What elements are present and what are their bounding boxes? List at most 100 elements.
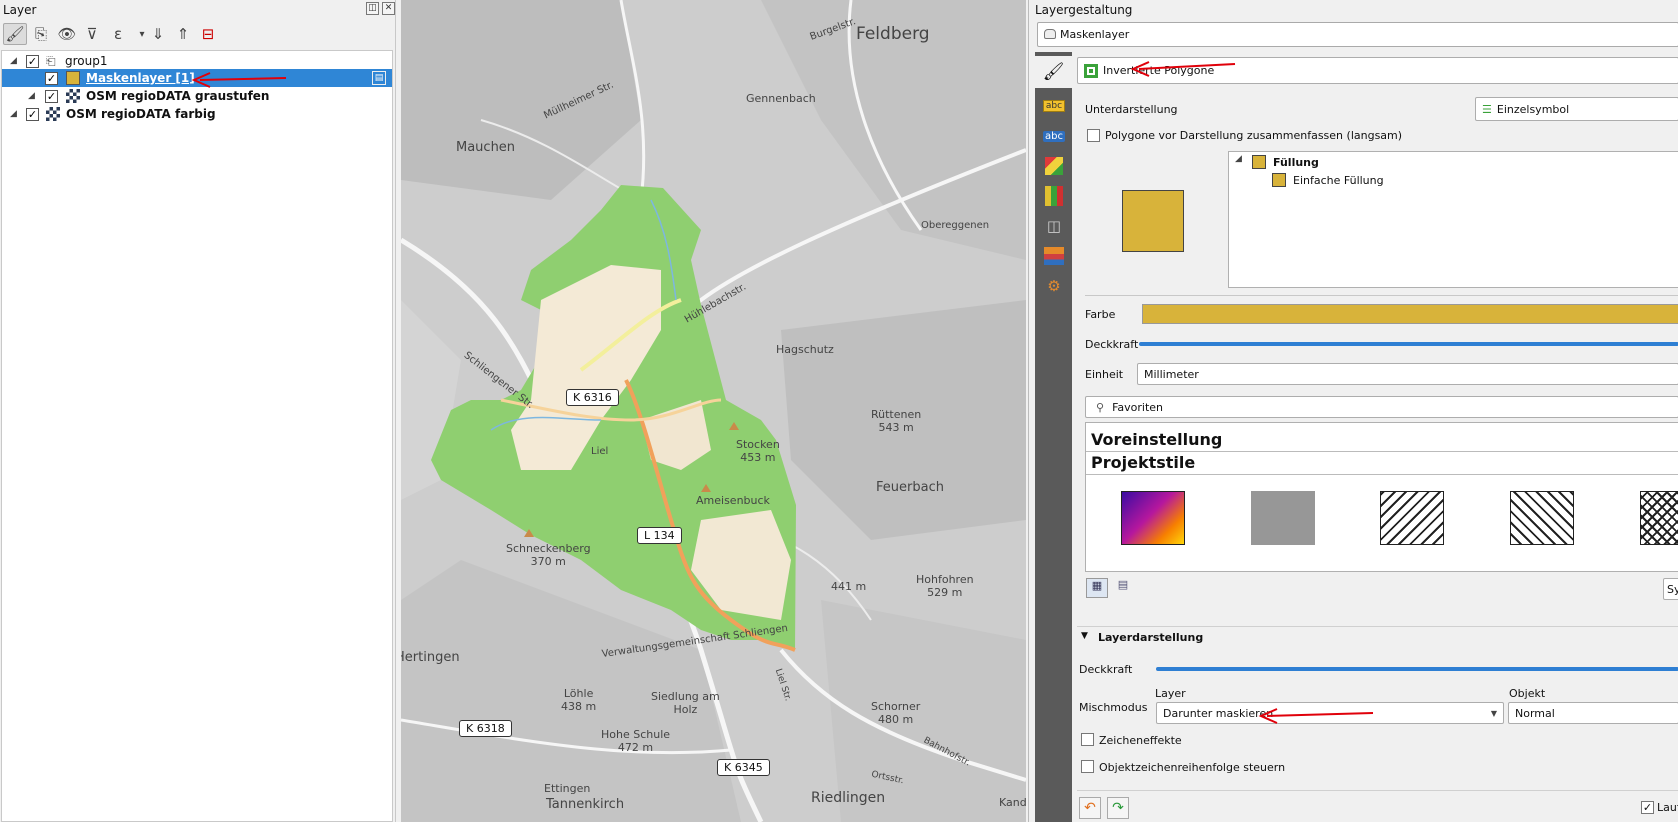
label-abc-icon: abc xyxy=(1042,100,1066,112)
save-symbol-button[interactable]: Sym xyxy=(1663,578,1678,600)
style-tile-gray[interactable] xyxy=(1251,491,1315,545)
symbol-root-label[interactable]: Füllung xyxy=(1273,156,1319,169)
object-blend-value: Normal xyxy=(1515,706,1555,720)
map-label: Schneckenberg 370 m xyxy=(506,542,591,568)
add-group-icon[interactable]: ⎘ xyxy=(29,23,53,45)
expand-arrow-icon[interactable]: ◢ xyxy=(10,109,17,119)
tab-elevation[interactable] xyxy=(1039,242,1069,270)
expand-arrow-icon[interactable]: ◢ xyxy=(10,56,17,66)
redo-button[interactable]: ↷ xyxy=(1107,797,1129,819)
tree-item-label: OSM regioDATA farbig xyxy=(66,107,216,121)
divider xyxy=(1086,451,1678,452)
map-label: Gennenbach xyxy=(746,92,816,105)
style-tile-crosshatch[interactable] xyxy=(1640,491,1678,545)
unit-select[interactable]: Millimeter xyxy=(1137,363,1678,385)
map-label: Obereggenen xyxy=(921,220,990,231)
symbol-child-label[interactable]: Einfache Füllung xyxy=(1293,174,1384,187)
expand-all-icon[interactable]: ⇓ xyxy=(146,23,170,45)
close-panel-button[interactable]: ✕ xyxy=(382,2,395,15)
remove-layer-icon[interactable]: ⊟ xyxy=(196,23,220,45)
map-label: Mauchen xyxy=(456,140,516,155)
tree-item-osm-farbig[interactable]: ◢ ✓ OSM regioDATA farbig xyxy=(2,105,392,123)
tab-diagrams[interactable] xyxy=(1039,182,1069,210)
tab-symbology[interactable]: 🖌 xyxy=(1035,56,1072,88)
tree-item-label: Maskenlayer [1] xyxy=(86,71,195,85)
panel-title: Layergestaltung xyxy=(1035,3,1133,17)
divider xyxy=(1077,626,1678,627)
visibility-checkbox[interactable]: ✓ xyxy=(45,89,58,103)
tree-item-osm-graustufen[interactable]: ◢ ✓ OSM regioDATA graustufen xyxy=(2,87,392,105)
tree-item-label: group1 xyxy=(65,54,108,68)
tree-item-group1[interactable]: ◢ ✓ ⎗ group1 xyxy=(2,52,392,70)
polygon-layer-icon xyxy=(1044,29,1056,39)
visibility-checkbox[interactable]: ✓ xyxy=(45,71,58,85)
tab-masks[interactable]: abc xyxy=(1039,122,1069,150)
road-label: K 6318 xyxy=(459,720,512,737)
collapse-all-icon[interactable]: ⇑ xyxy=(171,23,195,45)
cube-3d-icon xyxy=(1045,157,1063,175)
visibility-checkbox[interactable]: ✓ xyxy=(26,54,39,68)
list-view-button[interactable]: ▤ xyxy=(1112,578,1134,598)
tab-rendering[interactable]: ⚙ xyxy=(1039,272,1069,300)
layer-select[interactable]: Maskenlayer xyxy=(1037,22,1678,47)
icon-view-button[interactable]: ▦ xyxy=(1086,578,1108,598)
expand-arrow-icon[interactable]: ◢ xyxy=(1235,154,1242,164)
style-tile-gradient[interactable] xyxy=(1121,491,1185,545)
rendering-icon: ⚙ xyxy=(1047,277,1061,295)
feature-order-checkbox[interactable] xyxy=(1081,760,1094,773)
sub-renderer-value: Einzelsymbol xyxy=(1496,102,1570,116)
tab-labels[interactable]: abc xyxy=(1039,92,1069,120)
tree-item-maskenlayer[interactable]: ✓ Maskenlayer [1] ▤ xyxy=(2,69,392,87)
favorites-search[interactable]: ⚲ Favoriten xyxy=(1085,396,1678,418)
effects-label: Zeicheneffekte xyxy=(1099,734,1182,747)
effects-checkbox[interactable] xyxy=(1081,733,1094,746)
float-panel-button[interactable]: ◫ xyxy=(366,2,379,15)
filter-icon[interactable]: ⊽ xyxy=(80,23,104,45)
road-label: K 6345 xyxy=(717,759,770,776)
map-label: Siedlung am Holz xyxy=(651,690,720,716)
blend-label: Mischmodus xyxy=(1079,701,1148,714)
road-label: L 134 xyxy=(637,527,682,544)
raster-layer-icon xyxy=(46,107,60,121)
map-label: Ameisenbuck xyxy=(696,494,770,507)
style-layer-icon[interactable]: 🖌 xyxy=(3,23,27,45)
layer-blend-select[interactable]: Darunter maskieren ▼ xyxy=(1156,702,1504,724)
undo-icon: ↶ xyxy=(1084,800,1096,816)
opacity-slider[interactable] xyxy=(1139,342,1678,346)
visibility-checkbox[interactable]: ✓ xyxy=(26,107,39,121)
object-blend-select[interactable]: Normal xyxy=(1508,702,1678,724)
map-canvas[interactable]: Feldberg Burgelstr. Gennenbach Mauchen M… xyxy=(401,0,1026,822)
expand-arrow-icon[interactable]: ◢ xyxy=(28,91,35,101)
divider xyxy=(1086,474,1678,475)
layer-tree: ◢ ✓ ⎗ group1 ✓ Maskenlayer [1] ▤ ◢ ✓ OSM… xyxy=(1,50,393,822)
symbol-preview xyxy=(1122,190,1184,252)
tab-3d[interactable] xyxy=(1039,152,1069,180)
map-label: Ettingen xyxy=(544,782,591,795)
collapse-arrow-icon[interactable]: ▼ xyxy=(1081,631,1088,641)
symbol-layer-tree: ◢ Füllung Einfache Füllung xyxy=(1228,151,1678,288)
single-symbol-icon: ☰ xyxy=(1482,102,1492,116)
map-label: Feuerbach xyxy=(876,480,944,495)
style-tile-hatch-right[interactable] xyxy=(1380,491,1444,545)
renderer-select[interactable]: Invertierte Polygone xyxy=(1077,57,1678,84)
diagram-icon xyxy=(1045,186,1063,206)
expression-filter-icon[interactable]: ε xyxy=(106,23,130,45)
live-update-checkbox[interactable]: ✓ xyxy=(1641,801,1654,814)
visibility-icon[interactable]: 👁 xyxy=(55,23,79,45)
style-tile-hatch-left[interactable] xyxy=(1510,491,1574,545)
search-icon: ⚲ xyxy=(1096,400,1105,414)
map-label: Hohe Schule 472 m xyxy=(601,728,671,754)
indicator-icon[interactable]: ▤ xyxy=(372,71,386,85)
color-button[interactable] xyxy=(1142,304,1678,324)
layer-opacity-slider[interactable] xyxy=(1156,667,1678,671)
paintbrush-icon: 🖌 xyxy=(1042,62,1065,82)
merge-polygons-checkbox[interactable] xyxy=(1087,129,1100,142)
section-title[interactable]: Layerdarstellung xyxy=(1098,631,1203,644)
renderer-value: Invertierte Polygone xyxy=(1103,64,1215,77)
sub-renderer-select[interactable]: ☰ Einzelsymbol xyxy=(1475,97,1678,121)
layers-toolbar: 🖌 ⎘ 👁 ⊽ ε ▾ ⇓ ⇑ ⊟ xyxy=(0,21,396,48)
map-label: Feldberg xyxy=(856,24,930,44)
tab-history[interactable]: ◫ xyxy=(1039,212,1069,240)
map-label: Löhle 438 m xyxy=(561,687,597,713)
undo-button[interactable]: ↶ xyxy=(1079,797,1101,819)
